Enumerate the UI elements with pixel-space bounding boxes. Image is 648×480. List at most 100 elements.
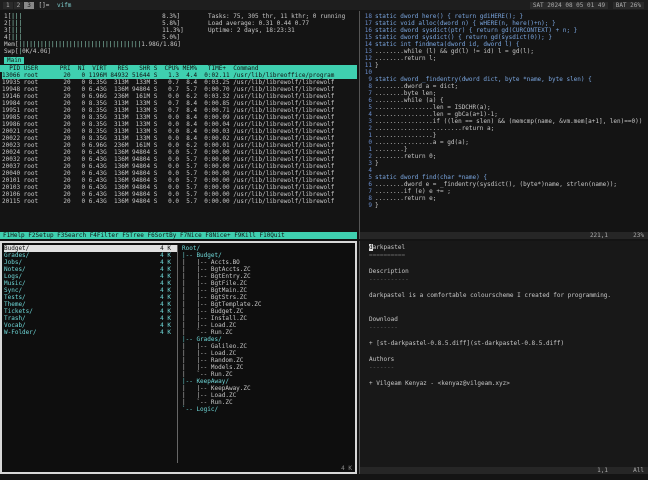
code-line[interactable]: 9} xyxy=(360,202,648,209)
htop-window[interactable]: 1[||| 8.3%] 2[||| 5.8%] 3[||| 11.3%] 4[||| 5.0%… xyxy=(0,11,357,239)
vifm-file-entry[interactable]: Tickets/4 K xyxy=(4,308,177,315)
htop-process-row[interactable]: 19935 root 20 0 8.35G 313M 133M S 0.7 8.… xyxy=(2,79,357,86)
vifm-tree-entry[interactable]: | |-- Models.ZC xyxy=(182,364,353,371)
htop-process-row[interactable]: 20037 root 20 0 6.43G 136M 94804 S 0.0 5… xyxy=(2,163,357,170)
htop-column-header[interactable]: PID USER PRI NI VIRT RES SHR S CPU% MEM%… xyxy=(0,65,357,72)
vifm-file-entry[interactable]: Tests/4 K xyxy=(4,294,177,301)
code-line[interactable]: 8 ........return e; xyxy=(360,195,648,202)
vifm-file-entry[interactable]: W-Folder/4 K xyxy=(4,329,177,336)
htop-process-row[interactable]: 19985 root 20 0 8.35G 313M 133M S 0.0 8.… xyxy=(2,114,357,121)
htop-process-row[interactable]: 20101 root 20 0 6.43G 136M 94804 S 0.0 5… xyxy=(2,177,357,184)
vifm-tree-entry[interactable]: | |-- Budget.ZC xyxy=(182,308,353,315)
code-line[interactable]: 1................} xyxy=(360,132,648,139)
vifm-tree-entry[interactable]: | |-- BgtAccts.ZC xyxy=(182,266,353,273)
vifm-tree-entry[interactable]: `-- Logic/ xyxy=(182,406,353,413)
code-line[interactable]: 16 static dword sysdict(ptr) { return gd(… xyxy=(360,27,648,34)
doc-line[interactable]: ------- xyxy=(360,364,648,372)
doc-line[interactable] xyxy=(360,308,648,316)
vifm-file-entry[interactable]: Jobs/4 K xyxy=(4,259,177,266)
tag-1[interactable]: 1 xyxy=(3,1,13,9)
code-line[interactable]: 7 ........byte len; xyxy=(360,90,648,97)
vifm-tree-entry[interactable]: Root/ xyxy=(182,245,353,252)
vifm-tree-entry[interactable]: |-- Grades/ xyxy=(182,336,353,343)
htop-process-row[interactable]: 20021 root 20 0 8.35G 313M 133M S 0.0 8.… xyxy=(2,128,357,135)
vifm-tree-entry[interactable]: | |-- Load.ZC xyxy=(182,350,353,357)
code-line[interactable]: 4 ................len = gbCa(a+1)-1; xyxy=(360,111,648,118)
document-window[interactable]: darkpastel ========== Description ---------… xyxy=(359,241,648,474)
code-line[interactable]: 10 xyxy=(360,69,648,76)
htop-function-keys[interactable]: F1Help F2Setup F3Search F4Filter F5Tree … xyxy=(0,232,357,239)
vifm-file-entry[interactable]: Theme/4 K xyxy=(4,301,177,308)
code-line[interactable]: 11} xyxy=(360,62,648,69)
htop-process-row[interactable]: 13066 root 20 0 1196M 84932 51644 S 1.3 … xyxy=(2,72,357,79)
doc-line[interactable]: ========== xyxy=(360,252,648,260)
doc-line[interactable]: darkpastel is a comfortable colourscheme… xyxy=(360,292,648,300)
doc-line[interactable] xyxy=(360,372,648,380)
htop-process-row[interactable]: 19951 root 20 0 8.35G 313M 133M S 0.7 8.… xyxy=(2,107,357,114)
code-line[interactable]: 2 ........................return a; xyxy=(360,125,648,132)
vifm-tree-entry[interactable]: | |-- Galileo.ZC xyxy=(182,343,353,350)
vifm-tree-entry[interactable]: | |-- BgtMain.ZC xyxy=(182,287,353,294)
code-line[interactable]: 9 static dword _findentry(dword dict, byt… xyxy=(360,76,648,83)
htop-process-row[interactable]: 20115 root 20 0 6.43G 136M 94804 S 0.0 5… xyxy=(2,198,357,205)
htop-process-row[interactable]: 20024 root 20 0 6.43G 136M 94804 S 0.0 5… xyxy=(2,149,357,156)
vifm-file-entry[interactable]: Vocab/4 K xyxy=(4,322,177,329)
doc-line[interactable] xyxy=(360,284,648,292)
htop-process-row[interactable]: 20022 root 20 0 8.35G 313M 133M S 0.0 8.… xyxy=(2,135,357,142)
code-line[interactable]: 6 ........dword e = _findentry(sysdict(),… xyxy=(360,181,648,188)
doc-line[interactable]: -------- xyxy=(360,324,648,332)
tag-2[interactable]: 2 xyxy=(13,1,24,9)
htop-process-row[interactable]: 20032 root 20 0 6.43G 136M 94804 S 0.0 5… xyxy=(2,156,357,163)
vifm-file-entry[interactable]: Music/4 K xyxy=(4,280,177,287)
vifm-file-entry[interactable]: Budget/4 K xyxy=(4,245,177,252)
code-line[interactable]: 5 ................len = ISDCHR(a); xyxy=(360,104,648,111)
code-line[interactable]: 6 ........while (a) { xyxy=(360,97,648,104)
doc-line[interactable]: Download xyxy=(360,316,648,324)
code-line[interactable]: 5 static dword find(char *name) { xyxy=(360,174,648,181)
htop-process-row[interactable]: 19984 root 20 0 8.35G 313M 133M S 0.7 8.… xyxy=(2,100,357,107)
code-line[interactable]: 12 ........return l; xyxy=(360,55,648,62)
code-line[interactable]: 2 ........return 0; xyxy=(360,153,648,160)
vifm-tree-entry[interactable]: | |-- Accts.BO xyxy=(182,259,353,266)
vifm-file-entry[interactable]: Notes/4 K xyxy=(4,266,177,273)
vifm-tree-entry[interactable]: | |-- BgtEntry.ZC xyxy=(182,273,353,280)
vifm-tree-entry[interactable]: | |-- Random.ZC xyxy=(182,357,353,364)
vifm-file-entry[interactable]: Grades/4 K xyxy=(4,252,177,259)
code-line[interactable]: 17 static void alloc(dword n) { wHERE(n, … xyxy=(360,20,648,27)
htop-process-row[interactable]: 19948 root 20 0 6.43G 136M 94804 S 0.7 5… xyxy=(2,86,357,93)
vifm-tree-entry[interactable]: | `-- Run.ZC xyxy=(182,371,353,378)
htop-tab-main[interactable]: Main xyxy=(4,57,25,64)
vifm-tree-entry[interactable]: | |-- KeepAway.ZC xyxy=(182,385,353,392)
vifm-left-pane[interactable]: Budget/4 K Grades/4 K Jobs/4 K Notes/4 K Log… xyxy=(4,245,178,463)
doc-line[interactable]: Description xyxy=(360,268,648,276)
vifm-tree-entry[interactable]: |-- Budget/ xyxy=(182,252,353,259)
doc-line[interactable]: ----------- xyxy=(360,276,648,284)
code-line[interactable]: 18 static dword here() { return gdiHERE()… xyxy=(360,13,648,20)
htop-process-row[interactable]: 19986 root 20 0 8.35G 313M 133M S 0.0 8.… xyxy=(2,121,357,128)
vifm-file-entry[interactable]: Sync/4 K xyxy=(4,287,177,294)
editor-window[interactable]: 18 static dword here() { return gdiHERE()… xyxy=(359,11,648,239)
code-line[interactable]: 0 ................a = gd(a); xyxy=(360,139,648,146)
htop-process-row[interactable]: 20040 root 20 0 6.43G 136M 94804 S 0.0 5… xyxy=(2,170,357,177)
vifm-tree-entry[interactable]: | |-- BgtTemplate.ZC xyxy=(182,301,353,308)
doc-line[interactable]: + Vilgeam Kenyaz - <kenyaz@vilgeam.xyz> xyxy=(360,380,648,388)
vifm-tree-entry[interactable]: | |-- Load.ZC xyxy=(182,392,353,399)
vifm-tree-entry[interactable]: | |-- Install.ZC xyxy=(182,315,353,322)
code-line[interactable]: 3} xyxy=(360,160,648,167)
vifm-file-entry[interactable]: Logs/4 K xyxy=(4,273,177,280)
code-line[interactable]: 13 ........while (l) && gd(l) != id) l = … xyxy=(360,48,648,55)
vifm-right-pane[interactable]: Root/|-- Budget/| |-- Accts.BO | |-- BgtA… xyxy=(182,245,353,463)
code-line[interactable]: 4 xyxy=(360,167,648,174)
htop-process-row[interactable]: 19146 root 20 0 6.96G 236M 161M S 0.0 6.… xyxy=(2,93,357,100)
doc-line[interactable]: Authors xyxy=(360,356,648,364)
code-line[interactable]: 15 static dword sysdict() { return gd(sys… xyxy=(360,34,648,41)
vifm-tree-entry[interactable]: | |-- BgtFile.ZC xyxy=(182,280,353,287)
code-line[interactable]: 8 ........dword a = dict; xyxy=(360,83,648,90)
vifm-tree-entry[interactable]: | |-- Load.ZC xyxy=(182,322,353,329)
doc-line[interactable] xyxy=(360,348,648,356)
document-view[interactable]: darkpastel ========== Description ---------… xyxy=(360,241,648,388)
doc-line[interactable]: + [st-darkpastel-0.8.5.diff](st-darkpast… xyxy=(360,340,648,348)
code-line[interactable]: 7 ........if (e) e += ; xyxy=(360,188,648,195)
doc-line[interactable] xyxy=(360,332,648,340)
vifm-tree-entry[interactable]: | `-- Run.ZC xyxy=(182,329,353,336)
